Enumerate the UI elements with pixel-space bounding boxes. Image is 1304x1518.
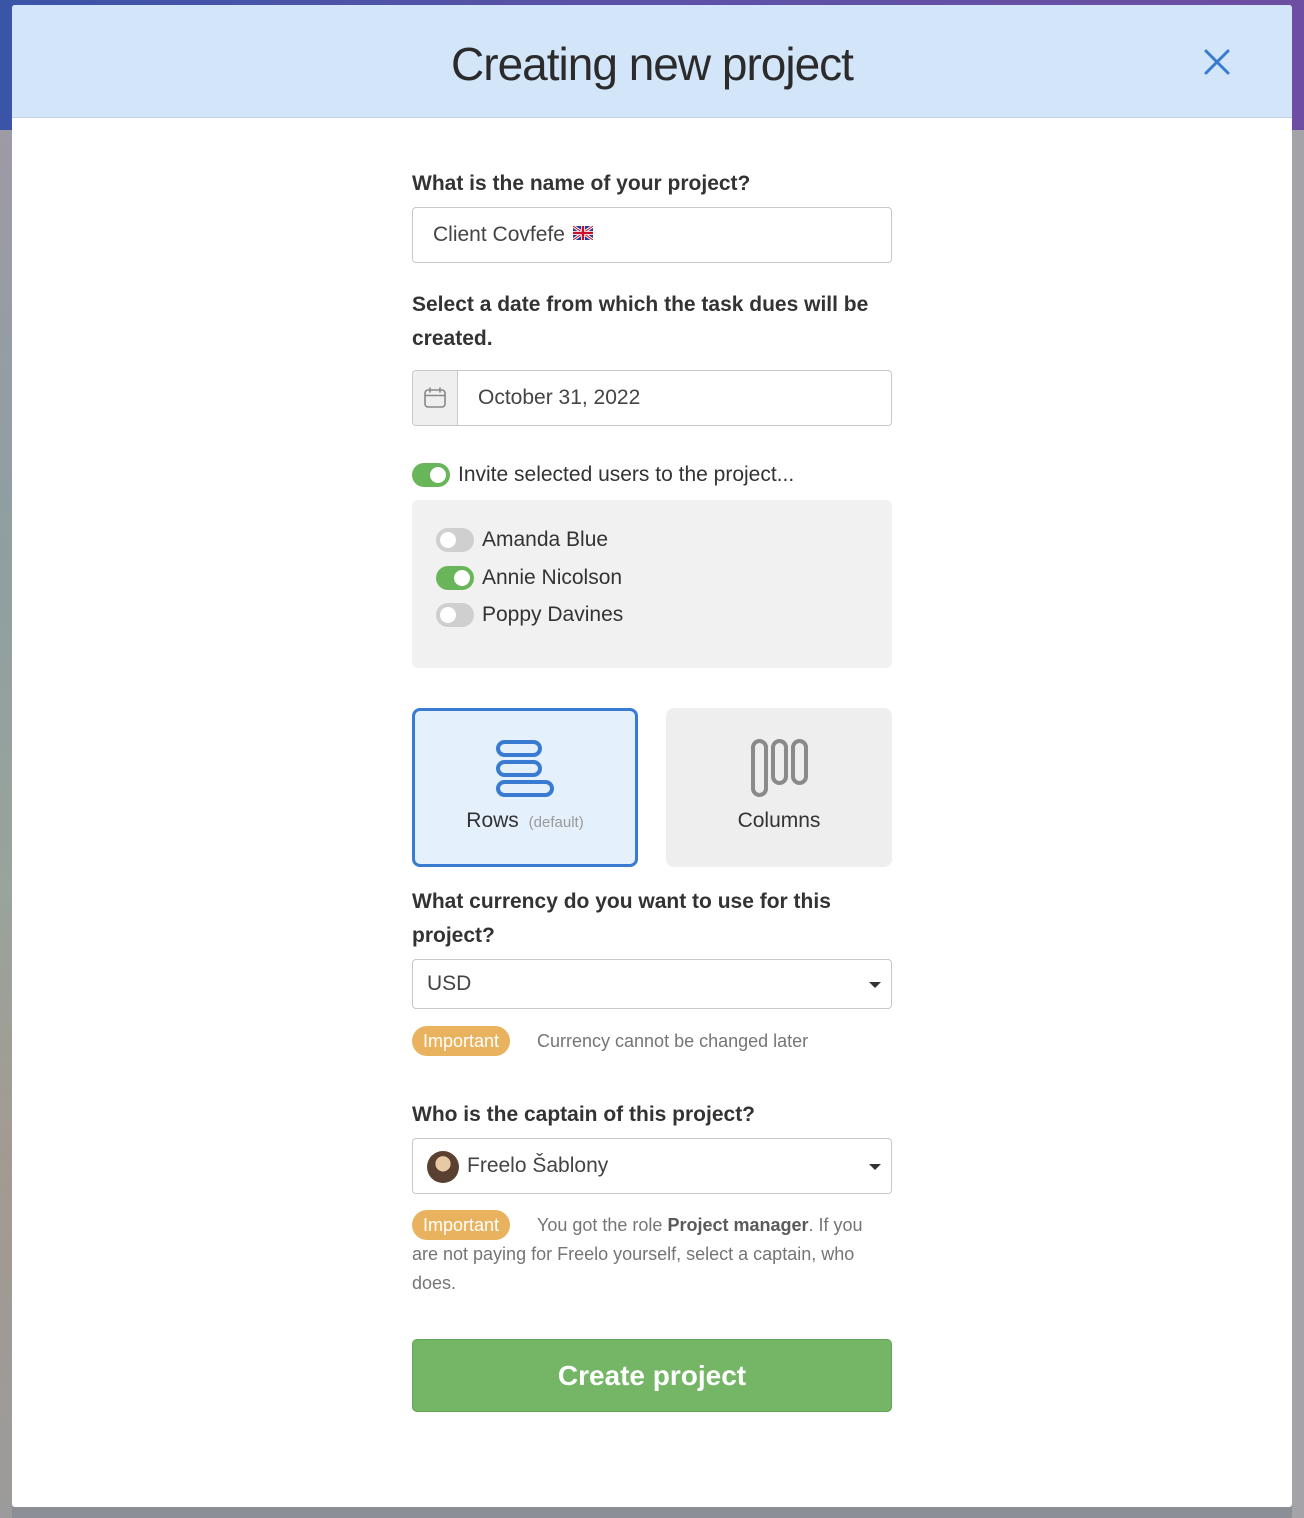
project-name-input[interactable]: Client Covfefe (412, 207, 892, 263)
avatar (427, 1151, 459, 1183)
currency-note: Currency cannot be changed later (537, 1031, 809, 1051)
user-toggle-amanda-blue[interactable] (436, 528, 474, 552)
create-project-button[interactable]: Create project (412, 1339, 892, 1412)
rows-icon (496, 740, 554, 797)
currency-select[interactable]: USD (412, 959, 892, 1009)
backdrop-left (0, 130, 12, 1518)
due-date-value: October 31, 2022 (478, 386, 641, 409)
currency-value: USD (427, 972, 472, 995)
modal-title: Creating new project (451, 38, 854, 90)
user-name: Poppy Davines (482, 603, 624, 626)
captain-select[interactable]: Freelo Šablony (412, 1138, 892, 1194)
invite-users-label: Invite selected users to the project... (458, 463, 795, 486)
toggle-knob (430, 467, 446, 483)
columns-icon (751, 739, 808, 797)
project-name-text: Client Covfefe (433, 223, 565, 246)
captain-label: Who is the captain of this project? (412, 1103, 756, 1126)
captain-value: Freelo Šablony (467, 1154, 609, 1177)
role-name: Project manager (667, 1215, 809, 1235)
chevron-down-icon (869, 1164, 881, 1170)
user-name: Amanda Blue (482, 528, 609, 551)
captain-note: You got the role Project manager. If you… (412, 1211, 882, 1298)
important-badge: Important (412, 1026, 511, 1056)
project-name-label: What is the name of your project? (412, 172, 751, 195)
toggle-knob (440, 532, 456, 548)
rows-label: Rows (466, 809, 519, 832)
due-date-label: Select a date from which the task dues w… (412, 293, 869, 350)
close-icon (1204, 49, 1230, 75)
create-project-modal: Creating new project What is the name of… (12, 5, 1292, 1507)
view-option-columns[interactable]: Columns (666, 708, 892, 867)
calendar-button[interactable] (413, 371, 458, 425)
invite-users-toggle[interactable] (412, 463, 450, 487)
backdrop-right (1292, 130, 1304, 1518)
due-date-input[interactable]: October 31, 2022 (412, 370, 892, 426)
view-option-rows[interactable]: Rows (default) (412, 708, 638, 867)
user-toggle-annie-nicolson[interactable] (436, 566, 474, 590)
chevron-down-icon (869, 982, 881, 988)
view-option-label: Rows (default) (415, 809, 635, 833)
close-button[interactable] (1200, 45, 1234, 79)
users-panel: Amanda Blue Annie Nicolson Poppy Davines (412, 500, 892, 668)
view-option-label: Columns (737, 809, 821, 832)
modal-header: Creating new project (12, 5, 1292, 118)
uk-flag-icon (572, 226, 593, 241)
project-name-value: Client Covfefe (433, 208, 593, 262)
toggle-knob (454, 570, 470, 586)
calendar-icon (424, 387, 446, 408)
captain-note-text: You got the role (537, 1215, 668, 1235)
toggle-knob (440, 607, 456, 623)
user-name: Annie Nicolson (482, 566, 623, 589)
currency-label: What currency do you want to use for thi… (412, 890, 831, 947)
user-toggle-poppy-davines[interactable] (436, 603, 474, 627)
default-hint: (default) (528, 814, 584, 831)
